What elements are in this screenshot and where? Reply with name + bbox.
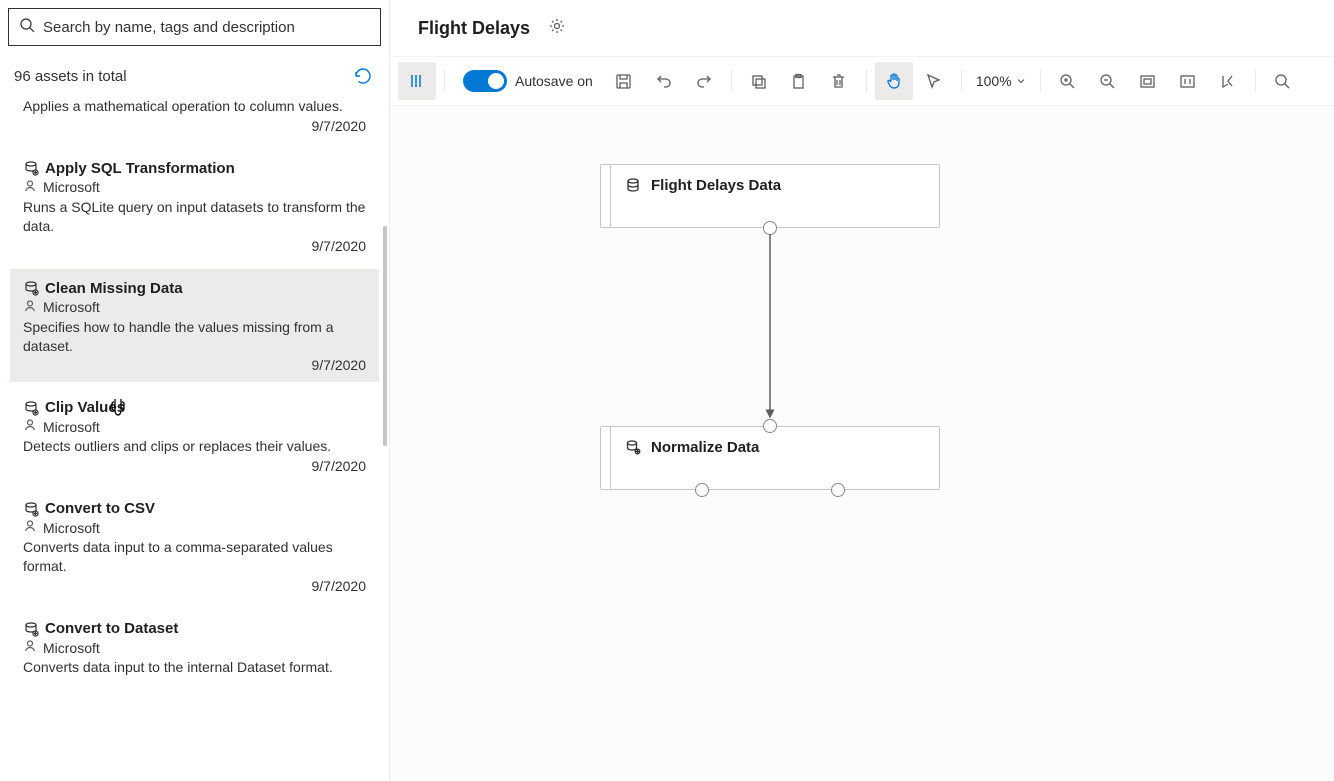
input-port[interactable] [763,419,777,433]
node-normalize-data[interactable]: Normalize Data [600,426,940,490]
zoom-dropdown[interactable]: 100% [970,73,1032,89]
output-port[interactable] [831,483,845,497]
asset-date: 9/7/2020 [23,118,366,134]
autosave-label: Autosave on [515,73,593,89]
module-icon [23,501,39,517]
separator [1255,69,1256,93]
node-label: Flight Delays Data [651,177,781,215]
auto-layout-button[interactable] [1209,62,1247,100]
panel-toggle-button[interactable] [398,62,436,100]
module-icon [625,439,641,477]
person-icon [23,418,37,435]
chevron-down-icon [1016,73,1026,89]
paste-button[interactable] [780,62,818,100]
asset-item[interactable]: Applies a mathematical operation to colu… [10,96,379,143]
asset-title: Convert to CSV [45,500,155,517]
asset-item[interactable]: Apply SQL Transformation Microsoft Runs … [10,149,379,263]
zoom-out-button[interactable] [1089,62,1127,100]
module-icon [23,160,39,176]
save-button[interactable] [605,62,643,100]
copy-button[interactable] [740,62,778,100]
pan-button[interactable] [875,62,913,100]
asset-list[interactable]: Applies a mathematical operation to colu… [0,96,389,781]
output-port[interactable] [763,221,777,235]
refresh-button[interactable] [351,64,375,88]
asset-author: Microsoft [43,520,100,536]
settings-button[interactable] [548,17,566,40]
asset-desc: Applies a mathematical operation to colu… [23,97,366,116]
redo-button[interactable] [685,62,723,100]
asset-desc: Runs a SQLite query on input datasets to… [23,198,366,236]
asset-author: Microsoft [43,179,100,195]
person-icon [23,639,37,656]
asset-author: Microsoft [43,640,100,656]
asset-date: 9/7/2020 [23,238,366,254]
node-accent [601,165,611,227]
search-icon [19,17,35,38]
asset-author: Microsoft [43,299,100,315]
asset-item[interactable]: Convert to CSV Microsoft Converts data i… [10,489,379,603]
asset-title: Apply SQL Transformation [45,160,235,177]
asset-date: 9/7/2020 [23,578,366,594]
dataset-icon [625,177,641,215]
asset-desc: Specifies how to handle the values missi… [23,318,366,356]
asset-date: 9/7/2020 [23,458,366,474]
asset-title: Convert to Dataset [45,620,178,637]
module-icon [23,280,39,296]
autosave-toggle[interactable] [463,70,507,92]
asset-author: Microsoft [43,419,100,435]
output-port[interactable] [695,483,709,497]
sidebar: 96 assets in total Applies a mathematica… [0,0,390,781]
asset-item[interactable]: Clip Values Microsoft Detects outliers a… [10,388,379,483]
search-canvas-button[interactable] [1264,62,1302,100]
person-icon [23,179,37,196]
page-title: Flight Delays [418,18,530,39]
asset-date: 9/7/2020 [23,357,366,373]
header: Flight Delays [390,0,1334,56]
separator [731,69,732,93]
person-icon [23,299,37,316]
node-label: Normalize Data [651,439,759,477]
zoom-in-button[interactable] [1049,62,1087,100]
canvas[interactable]: Flight Delays Data Normalize Data [390,106,1334,781]
asset-count-label: 96 assets in total [14,68,127,85]
zoom-label: 100% [976,73,1012,89]
select-button[interactable] [915,62,953,100]
asset-item[interactable]: Clean Missing Data Microsoft Specifies h… [10,269,379,383]
asset-desc: Converts data input to the internal Data… [23,658,366,677]
asset-desc: Converts data input to a comma-separated… [23,538,366,576]
asset-title: Clip Values [45,399,125,416]
edge [769,234,771,422]
module-icon [23,621,39,637]
asset-item[interactable]: Convert to Dataset Microsoft Converts da… [10,609,379,686]
module-icon [23,400,39,416]
separator [866,69,867,93]
asset-title: Clean Missing Data [45,280,183,297]
node-flight-delays-data[interactable]: Flight Delays Data [600,164,940,228]
actual-size-button[interactable] [1169,62,1207,100]
undo-button[interactable] [645,62,683,100]
person-icon [23,519,37,536]
toolbar: Autosave on 100% [390,56,1334,106]
separator [1040,69,1041,93]
main: Flight Delays Autosave on 100% [390,0,1334,781]
search-input[interactable] [43,19,370,36]
delete-button[interactable] [820,62,858,100]
node-accent [601,427,611,489]
separator [444,69,445,93]
separator [961,69,962,93]
asset-desc: Detects outliers and clips or replaces t… [23,437,366,456]
search-box[interactable] [8,8,381,46]
fit-screen-button[interactable] [1129,62,1167,100]
